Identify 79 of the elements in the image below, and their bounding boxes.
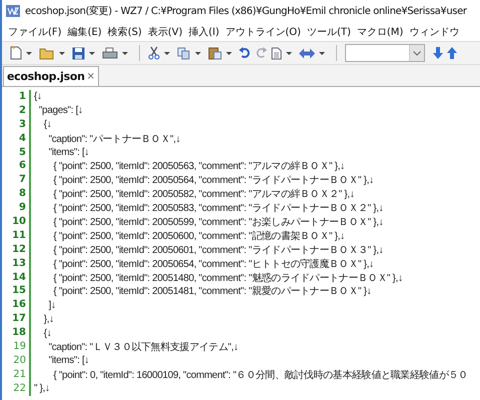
code-line: { "point": 2500, "itemId": 20050564, "comment": "ライドパートナーＢＯＸ" },↓ <box>52 174 374 188</box>
code-line: ]↓ <box>48 300 56 311</box>
caret-icon[interactable] <box>195 52 201 54</box>
caret-icon[interactable] <box>59 52 65 54</box>
line-number: 18 <box>2 326 31 340</box>
caret-icon[interactable] <box>286 52 292 54</box>
code-line: " },↓ <box>33 383 50 394</box>
line-number: 22 <box>2 382 31 396</box>
caret-icon[interactable] <box>122 52 128 54</box>
code-line: { "point": 2500, "itemId": 20050583, "comment": "ライドパートナーＢＯＸ２" },↓ <box>52 202 384 216</box>
undo-icon[interactable] <box>239 47 251 59</box>
code-line: { "point": 2500, "itemId": 20050600, "comment": "記憶の書架ＢＯＸ" },↓ <box>52 230 345 243</box>
line-number: 11 <box>2 228 31 243</box>
code-line: {↓ <box>42 328 52 339</box>
line-number: 9 <box>2 201 31 216</box>
code-line: },↓ <box>42 314 54 325</box>
code-line: "caption": "パートナーＢＯＸ",↓ <box>48 132 180 146</box>
down-arrow-icon[interactable] <box>433 47 443 59</box>
code-line: "pages": [↓ <box>38 105 83 116</box>
app-icon <box>6 5 20 17</box>
code-line: { "point": 0, "itemId": 16000109, "comment": "６０分間、敵討伐時の基本経験値と職業経験値が５０ <box>52 368 468 382</box>
save-icon[interactable] <box>72 46 85 60</box>
up-arrow-icon[interactable] <box>447 47 457 59</box>
line-number: 13 <box>2 256 31 271</box>
code-line: { "point": 2500, "itemId": 20050599, "comment": "お楽しみパートナーＢＯＸ" },↓ <box>52 216 384 229</box>
line-number: 5 <box>2 146 31 160</box>
code-line: "items": [↓ <box>48 147 90 158</box>
line-number: 6 <box>2 159 31 174</box>
line-number: 7 <box>2 173 31 188</box>
line-number: 4 <box>2 132 31 146</box>
window-title: ecoshop.json(変更) - WZ7 / C:¥Program Files (x86)¥GungHo¥Emil chronicle online¥Serissa¥user <box>25 4 467 18</box>
line-number: 2 <box>2 104 31 118</box>
printer-icon[interactable] <box>102 46 118 60</box>
line-number: 21 <box>2 368 31 382</box>
caret-icon[interactable] <box>26 52 32 54</box>
line-number: 8 <box>2 187 31 202</box>
menu-item[interactable]: アウトライン(O) <box>225 24 301 38</box>
code-line: { "point": 2500, "itemId": 20051481, "comment": "親愛のパートナーＢＯＸ" }↓ <box>52 284 372 298</box>
caret-icon[interactable] <box>164 52 170 54</box>
cut-icon[interactable] <box>148 46 160 60</box>
code-line: { "point": 2500, "itemId": 20050654, "comment": "ヒトトセの守護魔ＢＯＸ" },↓ <box>52 258 374 271</box>
line-number: 14 <box>2 270 31 284</box>
caret-icon[interactable] <box>319 52 325 54</box>
menu-item[interactable]: ファイル(F) <box>8 24 62 38</box>
line-number: 17 <box>2 312 31 326</box>
double-arrow-icon[interactable] <box>299 48 315 58</box>
code-line: "items": [↓ <box>48 355 90 366</box>
menu-item[interactable]: ツール(T) <box>306 24 351 38</box>
menu-item[interactable]: 挿入(I) <box>188 24 220 38</box>
code-line: { "point": 2500, "itemId": 20050582, "comment": "アルマの絆ＢＯＸ２" },↓ <box>52 188 354 202</box>
caret-icon[interactable] <box>89 52 95 54</box>
line-number: 1 <box>2 90 31 104</box>
code-line: { "point": 2500, "itemId": 20050601, "comment": "ライドパートナーＢＯＸ３" },↓ <box>52 244 384 257</box>
folder-icon[interactable] <box>39 46 55 60</box>
line-number: 3 <box>2 118 31 132</box>
menu-item[interactable]: マクロ(M) <box>356 24 404 38</box>
caret-icon[interactable] <box>226 52 232 54</box>
line-number: 12 <box>2 242 31 257</box>
menu-item[interactable]: 検索(S) <box>108 24 142 38</box>
line-number: 20 <box>2 354 31 368</box>
code-line: { "point": 2500, "itemId": 20051480, "comment": "魅惑のライドパートナーＢＯＸ" },↓ <box>52 272 403 285</box>
new-file-icon[interactable] <box>10 46 22 60</box>
menu-item[interactable]: ウィンドウ <box>409 24 460 38</box>
code-line: { "point": 2500, "itemId": 20050563, "comment": "アルマの絆ＢＯＸ" },↓ <box>52 160 345 174</box>
menu-item[interactable]: 編集(E) <box>68 24 102 38</box>
paste-icon[interactable] <box>208 46 222 60</box>
line-number: 16 <box>2 298 31 312</box>
code-line: {↓ <box>33 91 42 102</box>
copy-icon[interactable] <box>177 46 191 60</box>
line-number: 15 <box>2 284 31 298</box>
menu-item[interactable]: 表示(V) <box>148 24 182 38</box>
code-line: {↓ <box>42 119 52 130</box>
tab-label: ecoshop.json <box>7 70 85 83</box>
line-number: 10 <box>2 215 31 229</box>
file-tab[interactable]: ecoshop.json × <box>3 66 100 86</box>
close-button[interactable]: × <box>86 71 96 82</box>
document-icon[interactable] <box>271 46 282 60</box>
line-number: 19 <box>2 340 31 354</box>
code-line: "caption": "ＬＶ３０以下無料支援アイテム",↓ <box>48 340 238 354</box>
